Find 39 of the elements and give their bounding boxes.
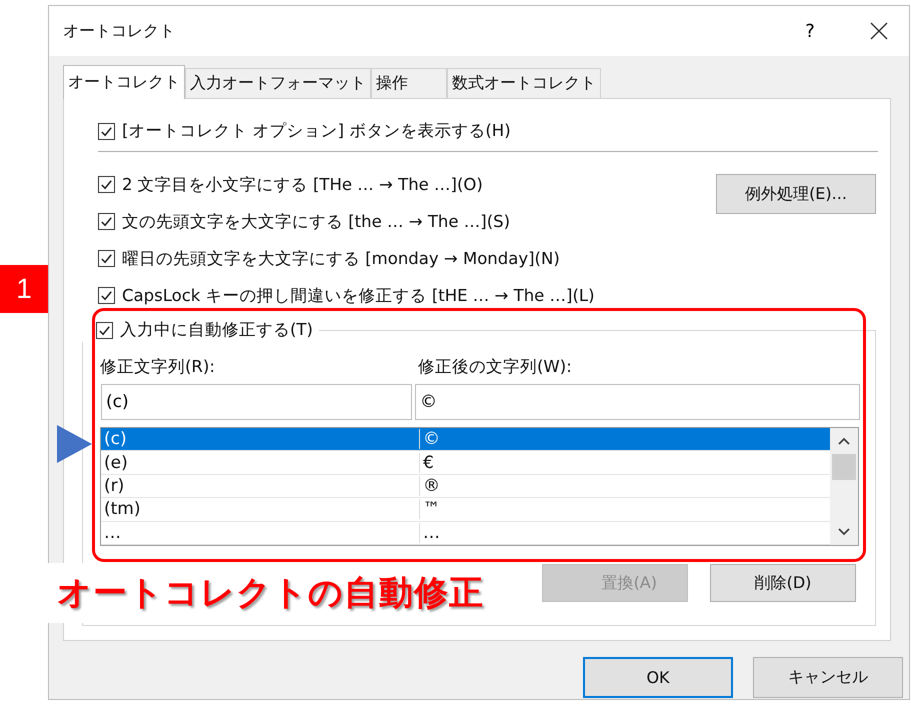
input-field[interactable]: (c) — [101, 384, 412, 420]
checkbox[interactable] — [96, 322, 113, 338]
scrollbar[interactable] — [830, 428, 858, 545]
checkbox[interactable] — [98, 176, 115, 193]
checkbox[interactable] — [98, 250, 115, 267]
cancel-button[interactable]: キャンセル — [753, 657, 903, 698]
checkbox-label: [オートコレクト オプション] ボタンを表示する(H) — [122, 120, 511, 142]
checkbox-label: 入力中に自動修正する(T) — [120, 319, 313, 341]
tab[interactable]: 入力オートフォーマット — [185, 68, 371, 98]
checkbox[interactable] — [98, 287, 115, 304]
help-button[interactable]: ? — [795, 20, 825, 42]
input-field[interactable]: © — [415, 384, 860, 420]
step-badge: 1 — [0, 265, 48, 313]
scroll-down-icon[interactable] — [837, 527, 851, 537]
close-button[interactable] — [869, 21, 889, 41]
checkbox-label: 曜日の先頭文字を大文字にする [monday → Monday](N) — [122, 248, 560, 270]
delete-button[interactable]: 削除(D) — [710, 564, 856, 602]
field-label: 修正後の文字列(W): — [418, 356, 572, 378]
field-label: 修正文字列(R): — [100, 356, 216, 378]
checkbox-label: 2 文字目を小文字にする [THe … → The …](O) — [122, 174, 483, 196]
close-icon — [869, 21, 889, 41]
exceptions-button[interactable]: 例外処理(E)... — [716, 174, 876, 214]
checkbox[interactable] — [98, 213, 115, 230]
checkbox[interactable] — [98, 122, 115, 140]
checkbox-label: CapsLock キーの押し間違いを修正する [tHE … → The …](L) — [122, 284, 595, 306]
tab[interactable]: オートコレクト — [63, 65, 185, 99]
checkbox-label: 文の先頭文字を大文字にする [the … → The …](S) — [122, 210, 510, 232]
tab[interactable]: 数式オートコレクト — [447, 68, 601, 98]
list-row[interactable]: (r) ® — [101, 474, 830, 498]
list-row[interactable]: (tm) ™ — [101, 498, 830, 522]
list-row[interactable]: (c) © — [101, 428, 830, 452]
list-row[interactable]: (e) € — [101, 451, 830, 475]
ok-button[interactable]: OK — [583, 657, 733, 698]
tab[interactable]: 操作 — [371, 68, 447, 98]
scroll-thumb[interactable] — [832, 454, 856, 480]
window-title: オートコレクト — [63, 20, 176, 42]
pointer-triangle-icon — [57, 425, 92, 463]
list-row[interactable]: … … — [101, 522, 830, 546]
scroll-up-icon[interactable] — [837, 436, 851, 446]
